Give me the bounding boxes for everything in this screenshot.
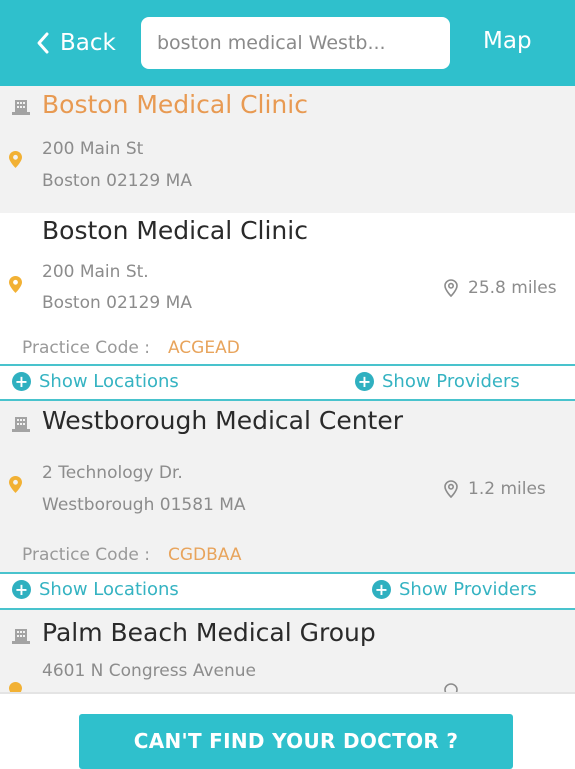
chevron-left-icon [37,32,49,54]
practice-code: Practice Code : CGDBAA [22,545,242,565]
show-providers-label: Show Providers [382,371,520,392]
distance: 25.8 miles [444,278,557,298]
practice-code: Practice Code : ACGEAD [22,338,240,358]
card-actions: + Show Locations + Show Providers [0,366,575,400]
clinic-name: Palm Beach Medical Group [42,618,376,647]
show-providers-button[interactable]: + Show Providers [372,579,537,600]
address-line-1: 200 Main St. [42,262,149,282]
address-line-2: Boston 02129 MA [42,171,192,191]
show-providers-label: Show Providers [399,579,537,600]
address-line-1: 4601 N Congress Avenue [42,661,256,681]
list-item[interactable]: Palm Beach Medical Group 4601 N Congress… [0,610,575,692]
location-outline-icon [444,683,458,692]
location-pin-icon [9,151,22,168]
plus-circle-icon: + [355,372,374,391]
top-bar: Back Map [0,0,575,86]
address-line-2: Boston 02129 MA [42,293,192,313]
clinic-name: Boston Medical Clinic [42,90,308,119]
distance-label: 1.2 miles [468,479,546,499]
practice-code-label: Practice Code : [22,545,150,565]
card-actions: + Show Locations + Show Providers [0,574,575,608]
results-list[interactable]: Boston Medical Clinic 200 Main St Boston… [0,86,575,692]
distance: 1.2 miles [444,479,546,499]
location-pin-icon [9,276,22,293]
clinic-name: Boston Medical Clinic [42,216,308,245]
map-button[interactable]: Map [483,28,532,54]
list-item[interactable]: Boston Medical Clinic 200 Main St Boston… [0,86,575,213]
location-pin-icon [9,476,22,493]
search-input[interactable] [157,32,437,54]
show-locations-button[interactable]: + Show Locations [12,371,179,392]
plus-circle-icon: + [12,580,31,599]
building-icon [12,629,30,644]
address-line-2: Westborough 01581 MA [42,495,246,515]
back-button[interactable]: Back [36,26,116,60]
practice-code-value: CGDBAA [167,545,242,565]
back-label: Back [60,30,116,56]
cant-find-doctor-button[interactable]: CAN'T FIND YOUR DOCTOR ? [79,714,513,769]
plus-circle-icon: + [372,580,391,599]
building-icon [12,100,30,115]
clinic-name: Westborough Medical Center [42,406,404,435]
distance-label: 25.8 miles [468,278,557,298]
footer: CAN'T FIND YOUR DOCTOR ? [0,692,575,769]
show-locations-label: Show Locations [39,579,179,600]
search-field[interactable] [141,17,450,69]
building-icon [12,417,30,432]
show-locations-button[interactable]: + Show Locations [12,579,179,600]
address-line-1: 2 Technology Dr. [42,463,183,483]
location-pin-icon [9,682,22,692]
list-item[interactable]: Westborough Medical Center 2 Technology … [0,401,575,572]
location-outline-icon [444,279,458,297]
practice-code-value: ACGEAD [167,338,240,358]
show-providers-button[interactable]: + Show Providers [355,371,520,392]
plus-circle-icon: + [12,372,31,391]
list-item[interactable]: Boston Medical Clinic 200 Main St. Bosto… [0,213,575,365]
show-locations-label: Show Locations [39,371,179,392]
address-line-1: 200 Main St [42,139,144,159]
practice-code-label: Practice Code : [22,338,150,358]
location-outline-icon [444,480,458,498]
